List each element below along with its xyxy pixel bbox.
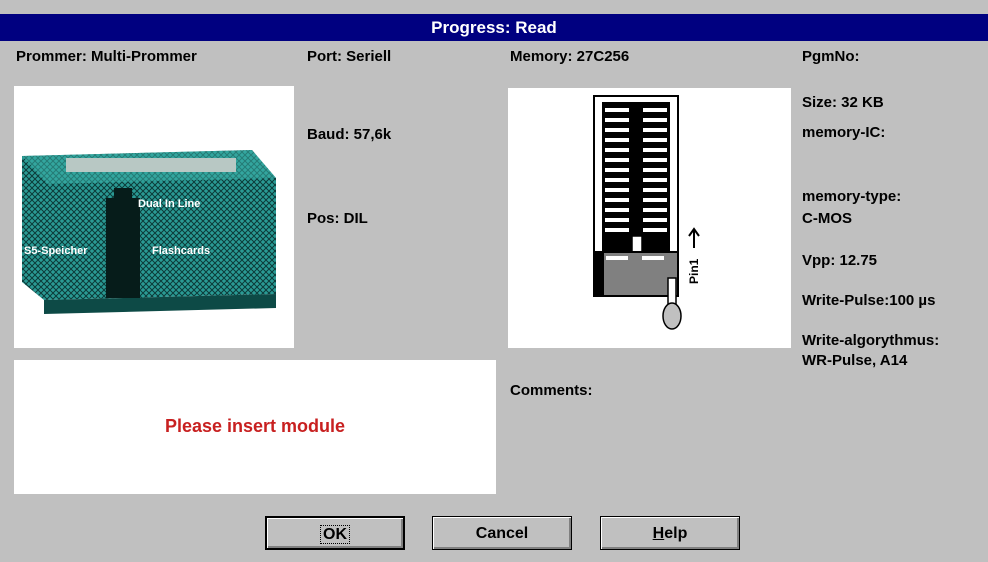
port-label: Port: Seriell — [307, 48, 392, 65]
memory-type-label: memory-type: — [802, 188, 902, 205]
message-panel: Please insert module — [14, 360, 496, 494]
chip-image-panel: Pin1 — [508, 88, 791, 348]
pin1-arrow-icon — [688, 227, 700, 248]
dil-socket-diagram: Pin1 — [593, 95, 701, 330]
device-image-panel: Dual In Line S5-Speicher Flashcards — [14, 86, 294, 348]
dialog-title: Progress: Read — [0, 14, 988, 41]
pin1-label: Pin1 — [687, 258, 701, 284]
ok-button-label: OK — [320, 525, 350, 544]
memory-label: Memory: 27C256 — [510, 48, 630, 65]
baud-label: Baud: 57,6k — [307, 126, 392, 143]
ok-button[interactable]: OK — [265, 516, 405, 550]
size-label: Size: 32 KB — [802, 94, 884, 111]
memory-ic-label: memory-IC: — [802, 124, 886, 141]
status-message: Please insert module — [164, 416, 346, 436]
s5-speicher-text: S5-Speicher — [24, 245, 88, 257]
write-pulse-label: Write-Pulse:100 µs — [802, 292, 936, 309]
pos-label: Pos: DIL — [307, 210, 368, 227]
prommer-label: Prommer: Multi-Prommer — [16, 48, 197, 65]
cancel-button[interactable]: Cancel — [432, 516, 572, 550]
progress-dialog: Progress: Read Prommer: Multi-Prommer Po… — [0, 0, 988, 562]
help-button-label: Help — [652, 525, 688, 542]
write-algorythmus-label: Write-algorythmus: — [802, 332, 940, 349]
write-algorythmus-value: WR-Pulse, A14 — [802, 352, 908, 369]
memory-type-value: C-MOS — [802, 210, 852, 227]
flashcards-text: Flashcards — [152, 245, 210, 257]
multi-prommer-device-image: Dual In Line S5-Speicher Flashcards — [22, 150, 276, 314]
help-button[interactable]: Help — [600, 516, 740, 550]
comments-label: Comments: — [510, 382, 593, 399]
pgmno-label: PgmNo: — [802, 48, 860, 65]
cancel-button-label: Cancel — [475, 525, 529, 542]
vpp-label: Vpp: 12.75 — [802, 252, 878, 269]
dual-in-line-text: Dual In Line — [138, 198, 200, 210]
